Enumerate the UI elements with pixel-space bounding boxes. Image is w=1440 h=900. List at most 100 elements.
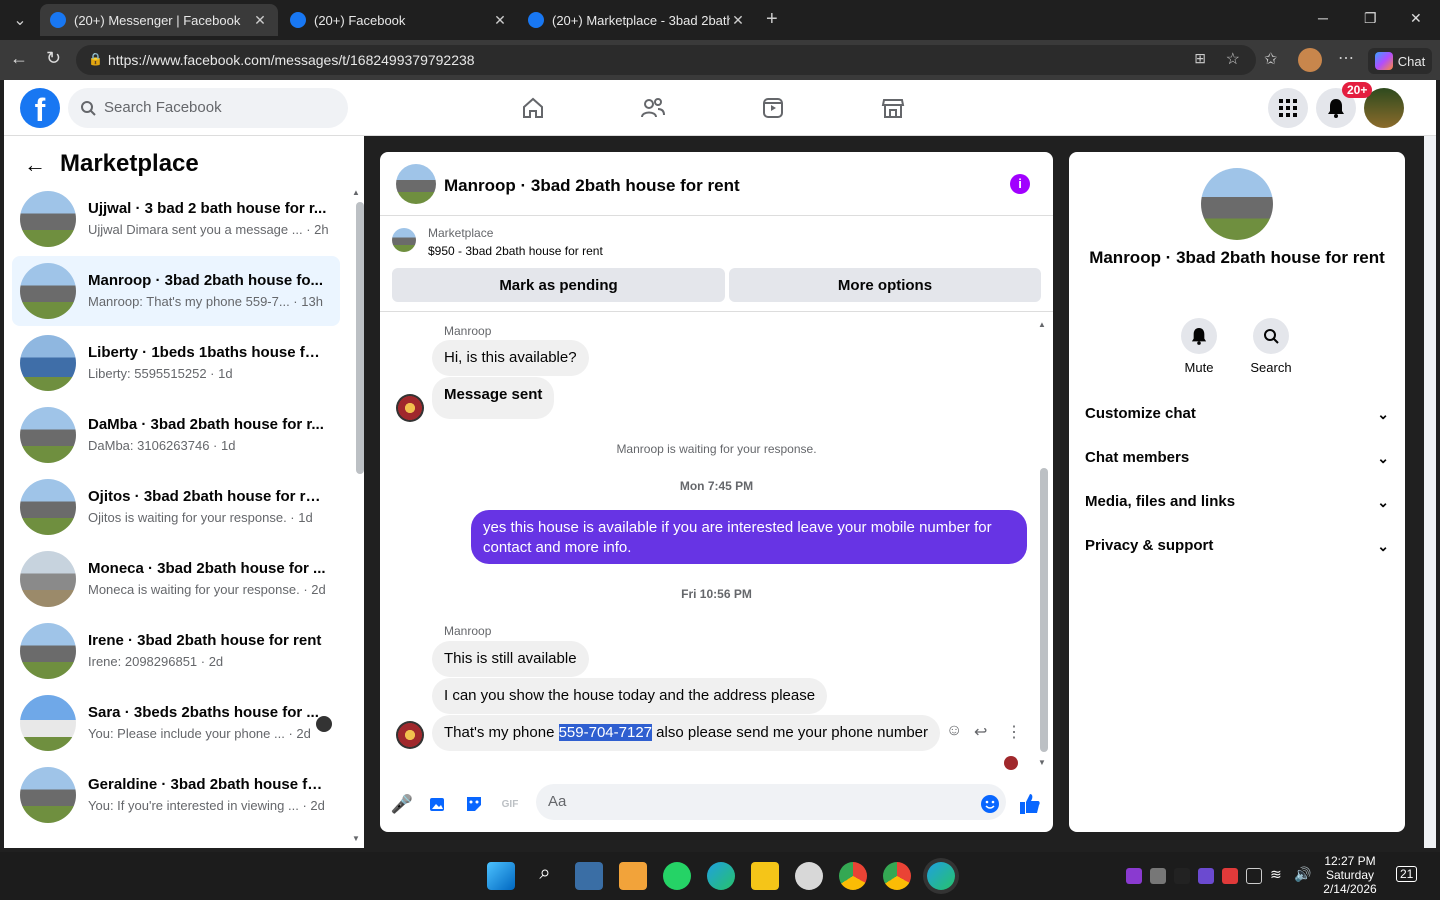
conversation-item[interactable]: DaMba · 3bad 2bath house for r... DaMba:… [12, 400, 340, 470]
mark-pending-button[interactable]: Mark as pending [392, 268, 725, 302]
menu-grid-icon[interactable] [1268, 88, 1308, 128]
copilot-chat-button[interactable]: Chat [1368, 48, 1432, 74]
conversation-item[interactable]: Geraldine · 3bad 2bath house fo... You: … [12, 760, 340, 830]
reply-icon[interactable]: ↩ [974, 722, 987, 742]
media-files-section[interactable]: Media, files and links ⌄ [1085, 484, 1389, 520]
conversation-avatar [20, 695, 76, 751]
tray-app-icon[interactable] [1126, 868, 1142, 884]
listing-thumbnail[interactable] [392, 228, 416, 252]
system-notice: Manroop is waiting for your response. [616, 442, 817, 456]
browser-tab-messenger[interactable]: (20+) Messenger | Facebook ✕ [40, 4, 278, 36]
wifi-icon[interactable]: ≋ [1270, 866, 1282, 883]
system-clock[interactable]: 12:27 PM Saturday 2/14/2026 [1318, 854, 1382, 896]
customize-chat-section[interactable]: Customize chat ⌄ [1085, 396, 1389, 432]
message-bubble[interactable]: Hi, is this available? [432, 340, 589, 376]
gif-icon[interactable]: GIF [498, 792, 522, 816]
search-input[interactable]: Search Facebook [68, 88, 348, 128]
favorites-icon[interactable]: ✩ [1264, 49, 1277, 69]
url-field[interactable]: 🔒 https://www.facebook.com/messages/t/16… [76, 45, 1256, 75]
refresh-icon[interactable]: ↻ [46, 48, 61, 69]
back-arrow-icon[interactable]: ← [24, 152, 46, 178]
browser-tab-marketplace[interactable]: (20+) Marketplace - 3bad 2bath h ✕ [518, 4, 756, 36]
sender-avatar[interactable] [396, 394, 424, 422]
conversation-item[interactable]: Ujjwal · 3 bad 2 bath house for r... Ujj… [12, 184, 340, 254]
close-tab-icon[interactable]: ✕ [252, 12, 268, 29]
chat-members-section[interactable]: Chat members ⌄ [1085, 440, 1389, 476]
chat-scrollbar[interactable] [1040, 468, 1048, 752]
message-bubble[interactable]: Message sent [432, 377, 555, 419]
widgets-icon[interactable] [575, 862, 603, 890]
message-bubble[interactable]: This is still available [432, 641, 589, 677]
facebook-logo[interactable]: f [20, 88, 60, 128]
conversation-item[interactable]: Irene · 3bad 2bath house for rent Irene:… [12, 616, 340, 686]
message-input[interactable]: Aa [536, 784, 1006, 820]
message-bubble[interactable]: I can you show the house today and the a… [432, 678, 828, 714]
file-explorer-icon[interactable] [751, 862, 779, 890]
battery-icon[interactable] [1246, 868, 1262, 884]
tray-app-icon[interactable] [1222, 868, 1238, 884]
notification-center-icon[interactable]: 21 [1396, 866, 1418, 882]
contact-avatar[interactable] [1201, 168, 1273, 240]
search-chat-button[interactable]: Search [1241, 318, 1301, 375]
store-icon[interactable] [619, 862, 647, 890]
conversation-item-active[interactable]: Manroop · 3bad 2bath house fo... Manroop… [12, 256, 340, 326]
conversation-item[interactable]: Moneca · 3bad 2bath house for ... Moneca… [12, 544, 340, 614]
close-tab-icon[interactable]: ✕ [492, 12, 508, 29]
mute-button[interactable]: Mute [1169, 318, 1229, 375]
search-icon[interactable]: ⌕ [531, 862, 559, 890]
app-icon[interactable] [795, 862, 823, 890]
close-window-icon[interactable]: ✕ [1410, 10, 1422, 27]
browser-tab-facebook[interactable]: (20+) Facebook ✕ [280, 4, 518, 36]
chrome-icon[interactable] [839, 862, 867, 890]
sidebar-scrollbar[interactable] [356, 202, 364, 474]
photo-icon[interactable] [426, 792, 450, 816]
conversation-item[interactable]: Ojitos · 3bad 2bath house for rent Ojito… [12, 472, 340, 542]
page-scrollbar[interactable] [1424, 136, 1436, 848]
profile-avatar[interactable] [1298, 48, 1322, 72]
back-icon[interactable]: ← [10, 48, 28, 69]
edge-active-icon[interactable] [927, 862, 955, 890]
tray-app-icon[interactable] [1150, 868, 1166, 884]
friends-icon[interactable] [638, 94, 668, 122]
own-message-bubble[interactable]: yes this house is available if you are i… [471, 510, 1027, 564]
sticker-icon[interactable] [462, 792, 486, 816]
marketplace-icon[interactable] [878, 94, 908, 122]
tray-app-icon[interactable] [1198, 868, 1214, 884]
scroll-down-arrow-icon[interactable]: ▼ [1038, 758, 1046, 767]
volume-icon[interactable]: 🔊 [1294, 866, 1311, 883]
whatsapp-icon[interactable] [663, 862, 691, 890]
more-options-button[interactable]: More options [729, 268, 1041, 302]
privacy-support-section[interactable]: Privacy & support ⌄ [1085, 528, 1389, 564]
app-available-icon[interactable]: ⊞ [1194, 50, 1206, 67]
like-icon[interactable] [1018, 792, 1042, 816]
chat-avatar[interactable] [396, 164, 436, 204]
tray-app-icon[interactable] [1174, 868, 1190, 884]
more-actions-icon[interactable]: ⋮ [1006, 722, 1022, 742]
start-icon[interactable] [487, 862, 515, 890]
emoji-icon[interactable] [978, 792, 1002, 816]
restore-icon[interactable]: ❐ [1364, 10, 1377, 27]
sender-avatar[interactable] [396, 721, 424, 749]
video-icon[interactable] [758, 94, 788, 122]
edge-icon[interactable] [707, 862, 735, 890]
scroll-up-arrow-icon[interactable]: ▲ [352, 188, 360, 197]
home-icon[interactable] [518, 94, 548, 122]
minimize-icon[interactable]: ─ [1318, 10, 1328, 26]
tab-list-button[interactable]: ⌄ [6, 6, 34, 34]
chrome-profile-icon[interactable] [883, 862, 911, 890]
conversation-item[interactable]: Sara · 3beds 2baths house for ... You: P… [12, 688, 340, 758]
listing-title[interactable]: $950 - 3bad 2bath house for rent [428, 244, 603, 258]
more-menu-icon[interactable]: ⋯ [1338, 48, 1354, 68]
info-icon[interactable]: i [1010, 174, 1030, 194]
message-bubble[interactable]: That's my phone 559-704-7127 also please… [432, 715, 941, 751]
react-emoji-icon[interactable]: ☺ [946, 722, 962, 740]
chat-title[interactable]: Manroop · 3bad 2bath house for rent [444, 176, 740, 196]
new-tab-button[interactable]: + [766, 8, 778, 31]
close-tab-icon[interactable]: ✕ [730, 12, 746, 29]
scroll-up-arrow-icon[interactable]: ▲ [1038, 320, 1046, 329]
microphone-icon[interactable]: 🎤 [390, 792, 414, 816]
scroll-down-arrow-icon[interactable]: ▼ [352, 834, 360, 843]
conversation-item[interactable]: Liberty · 1beds 1baths house for ... Lib… [12, 328, 340, 398]
favorite-star-icon[interactable]: ☆ [1226, 49, 1240, 69]
selected-phone-text[interactable]: 559-704-7127 [558, 724, 653, 741]
